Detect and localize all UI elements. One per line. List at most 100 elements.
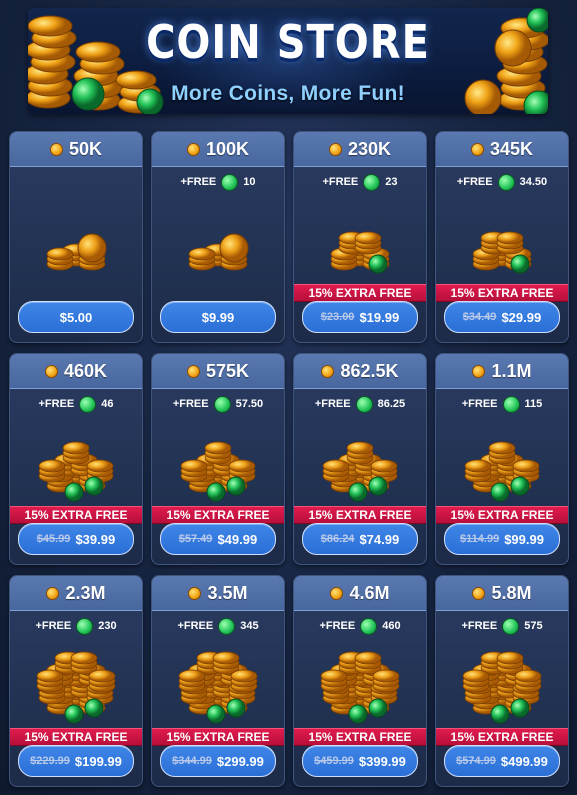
coin-pack-card[interactable]: 50K $5.00	[9, 131, 143, 343]
coin-amount: 230K	[347, 138, 392, 159]
free-label: +FREE	[180, 176, 217, 188]
price: $499.99	[500, 753, 548, 769]
buy-button[interactable]: $9.99	[160, 301, 276, 333]
buy-button[interactable]: $86.24 $74.99	[302, 523, 418, 555]
gold-coin-icon	[186, 142, 200, 156]
free-bonus-row: +FREE 230	[10, 617, 142, 635]
free-amount: 345	[240, 620, 259, 632]
price: $99.99	[504, 531, 544, 547]
card-header: 862.5K	[294, 354, 426, 389]
banner-subtitle: More Coins, More Fun!	[171, 82, 405, 105]
coin-pack-card[interactable]: 4.6M +FREE 460 15% EXTRA FREE $459.99 $3…	[293, 575, 427, 787]
buy-button[interactable]: $344.99 $299.99	[160, 745, 276, 777]
coin-pile-icon	[10, 190, 142, 280]
free-label: +FREE	[177, 620, 214, 632]
coin-amount: 460K	[63, 360, 108, 381]
extra-free-ribbon: 15% EXTRA FREE	[152, 728, 284, 746]
coin-pack-card[interactable]: 575K +FREE 57.50 15% EXTRA FREE $57.49 $…	[151, 353, 285, 565]
green-gem-icon	[360, 617, 378, 635]
coin-pack-card[interactable]: 230K +FREE 23 15% EXTRA FREE $23.00 $19.…	[293, 131, 427, 343]
buy-button[interactable]: $23.00 $19.99	[302, 301, 418, 333]
coin-pile-icon	[152, 634, 284, 724]
free-bonus-row: +FREE 46	[10, 395, 142, 413]
card-header: 460K	[10, 354, 142, 389]
coin-pack-card[interactable]: 862.5K +FREE 86.25 15% EXTRA FREE $86.24…	[293, 353, 427, 565]
gold-coin-icon	[46, 586, 60, 600]
coin-pack-card[interactable]: 460K +FREE 46 15% EXTRA FREE $45.99 $39.…	[9, 353, 143, 565]
coin-pile-icon	[436, 190, 568, 280]
free-bonus-row: +FREE 345	[152, 617, 284, 635]
price: $29.99	[501, 309, 542, 325]
extra-free-ribbon: 15% EXTRA FREE	[294, 506, 426, 524]
card-header: 50K	[10, 132, 142, 167]
card-header: 4.6M	[294, 576, 426, 611]
free-bonus-row: +FREE 10	[152, 173, 284, 191]
coin-pack-card[interactable]: 345K +FREE 34.50 15% EXTRA FREE $34.49 $…	[435, 131, 569, 343]
buy-button[interactable]: $5.00	[18, 301, 134, 333]
coin-pile-icon	[152, 412, 284, 502]
free-bonus-row: +FREE 115	[436, 395, 568, 413]
buy-button[interactable]: $574.99 $499.99	[444, 745, 560, 777]
coin-amount: 862.5K	[340, 360, 399, 381]
coin-pack-card[interactable]: 100K +FREE 10 $9.99	[151, 131, 285, 343]
coin-amount: 4.6M	[349, 582, 390, 603]
free-amount: 575	[524, 620, 543, 632]
coin-pack-card[interactable]: 1.1M +FREE 115 15% EXTRA FREE $114.99 $9…	[435, 353, 569, 565]
old-price: $344.99	[172, 755, 212, 767]
price: $19.99	[359, 309, 400, 325]
card-header: 5.8M	[436, 576, 568, 611]
coin-amount: 100K	[205, 138, 250, 159]
price: $49.99	[217, 531, 258, 547]
buy-button[interactable]: $459.99 $399.99	[302, 745, 418, 777]
green-gem-icon	[502, 395, 520, 413]
gold-coin-icon	[472, 586, 486, 600]
coin-amount: 2.3M	[65, 582, 106, 603]
green-gem-icon	[221, 173, 239, 191]
coin-pile-icon	[10, 634, 142, 724]
coin-pile-icon	[436, 634, 568, 724]
old-price: $34.49	[462, 311, 497, 323]
coin-amount: 1.1M	[491, 360, 532, 381]
old-price: $114.99	[460, 533, 500, 545]
card-header: 3.5M	[152, 576, 284, 611]
gold-coin-icon	[44, 364, 58, 378]
free-bonus-row: +FREE 575	[436, 617, 568, 635]
coin-pile-icon	[294, 634, 426, 724]
extra-free-ribbon: 15% EXTRA FREE	[10, 506, 142, 524]
extra-free-ribbon: 15% EXTRA FREE	[436, 506, 568, 524]
buy-button[interactable]: $114.99 $99.99	[444, 523, 560, 555]
coin-pack-card[interactable]: 3.5M +FREE 345 15% EXTRA FREE $344.99 $2…	[151, 575, 285, 787]
free-label: +FREE	[461, 398, 498, 410]
free-bonus-row: +FREE 23	[294, 173, 426, 191]
free-label: +FREE	[38, 398, 75, 410]
coin-pack-card[interactable]: 5.8M +FREE 575 15% EXTRA FREE $574.99 $4…	[435, 575, 569, 787]
buy-button[interactable]: $34.49 $29.99	[444, 301, 560, 333]
free-label: +FREE	[322, 176, 359, 188]
price: $399.99	[358, 753, 406, 769]
card-header: 345K	[436, 132, 568, 167]
card-header: 230K	[294, 132, 426, 167]
gold-coin-icon	[186, 364, 200, 378]
buy-button[interactable]: $57.49 $49.99	[160, 523, 276, 555]
price: $39.99	[75, 531, 116, 547]
green-gem-icon	[502, 617, 520, 635]
free-label: +FREE	[35, 620, 72, 632]
gold-coin-icon	[188, 586, 202, 600]
buy-button[interactable]: $45.99 $39.99	[18, 523, 134, 555]
buy-button[interactable]: $229.99 $199.99	[18, 745, 134, 777]
old-price: $57.49	[178, 533, 213, 545]
free-amount: 115	[524, 398, 543, 410]
free-label: +FREE	[456, 176, 493, 188]
coin-pack-card[interactable]: 2.3M +FREE 230 15% EXTRA FREE $229.99 $1…	[9, 575, 143, 787]
gold-coin-icon	[49, 142, 63, 156]
card-header: 2.3M	[10, 576, 142, 611]
free-amount: 57.50	[235, 398, 264, 410]
coin-amount: 5.8M	[491, 582, 532, 603]
old-price: $86.24	[320, 533, 355, 545]
green-gem-icon	[76, 617, 94, 635]
free-bonus-row: +FREE 34.50	[436, 173, 568, 191]
free-amount: 34.50	[519, 176, 548, 188]
coin-store-banner: COIN STORE More Coins, More Fun!	[28, 8, 548, 114]
coin-amount: 575K	[205, 360, 250, 381]
green-gem-icon	[497, 173, 515, 191]
